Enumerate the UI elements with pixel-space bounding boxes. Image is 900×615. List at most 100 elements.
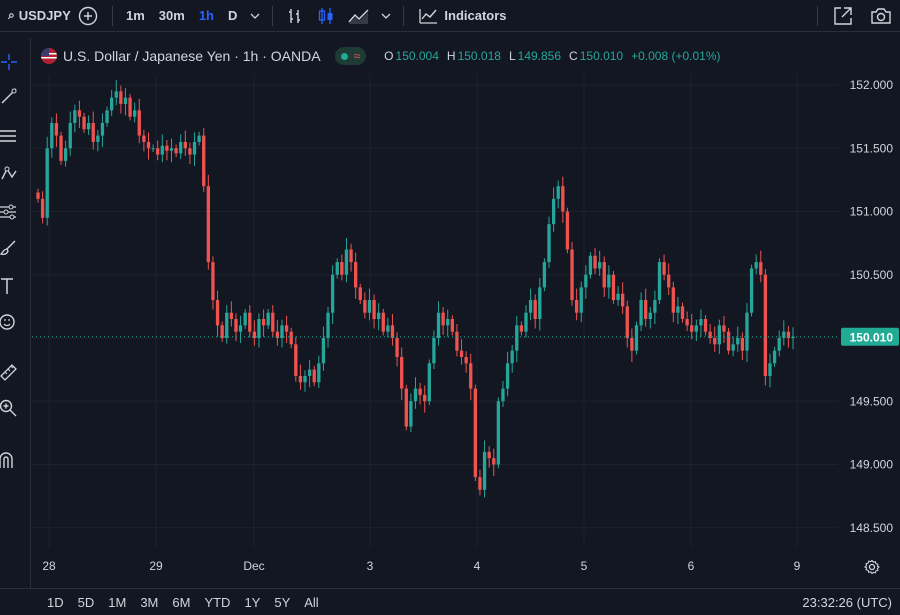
candle-body: [133, 110, 137, 117]
candle-body: [680, 306, 685, 320]
candle-body: [533, 300, 537, 320]
candle-body: [165, 145, 169, 151]
candle-body: [367, 300, 372, 313]
market-status-badge[interactable]: ≈: [334, 47, 367, 65]
candle-body: [294, 344, 298, 376]
close-value: 150.010: [579, 49, 624, 63]
candle-body: [128, 97, 132, 117]
candle-body: [505, 363, 510, 389]
candle-body: [100, 122, 105, 136]
candle-body: [160, 145, 164, 155]
candle-body: [418, 388, 422, 395]
time-label: 29: [149, 559, 163, 573]
candle-body: [330, 274, 335, 313]
candle-body: [179, 141, 183, 154]
candle-body: [593, 255, 597, 269]
candle-body: [519, 325, 524, 332]
candle-body: [202, 135, 206, 187]
candle-body: [59, 135, 63, 161]
candle-body: [54, 122, 59, 136]
candle-body: [381, 312, 385, 332]
candle-body: [188, 148, 192, 155]
candle-body: [353, 262, 358, 288]
candle-body: [390, 325, 395, 338]
time-label: Dec: [243, 559, 265, 573]
candle-body: [676, 306, 680, 313]
candle-body: [690, 325, 694, 332]
candle-body: [257, 319, 261, 338]
candle-body: [768, 363, 772, 376]
candle-body: [77, 110, 82, 117]
candle-body: [574, 300, 579, 313]
candle-body: [174, 148, 178, 154]
candle-body: [671, 287, 675, 313]
candle-body: [441, 312, 445, 326]
candle-body: [625, 306, 629, 338]
candle-body: [473, 388, 478, 478]
candle-body: [634, 325, 639, 351]
candle-body: [82, 116, 86, 130]
low-value: 149.856: [517, 49, 562, 63]
candle-body: [713, 338, 717, 345]
candle-body: [726, 331, 731, 351]
candle-body: [192, 141, 197, 155]
time-label: 3: [366, 559, 374, 573]
candle-body: [114, 91, 118, 98]
candle-body: [409, 401, 413, 427]
candle-body: [667, 274, 671, 288]
candle-body: [731, 344, 735, 351]
price-tick-label: 149.500: [850, 394, 894, 408]
candle-body: [151, 148, 155, 150]
candle-body: [423, 394, 427, 402]
candle-body: [63, 148, 68, 161]
candle-body: [749, 268, 754, 313]
candle-body: [736, 338, 740, 345]
time-axis[interactable]: 28 29 Dec 3 4 5 6 9: [30, 552, 840, 580]
candle-body: [91, 122, 95, 142]
time-label: 6: [687, 559, 695, 573]
candle-body: [349, 249, 353, 263]
candle-body: [621, 293, 625, 307]
candle-body: [289, 331, 293, 345]
candle-body: [496, 401, 501, 465]
candle-body: [745, 312, 749, 351]
candle-body: [754, 262, 758, 269]
candle-body: [542, 262, 547, 288]
candle-body: [312, 369, 316, 383]
candlestick-chart[interactable]: 148.500149.000149.500150.000150.500151.0…: [0, 0, 900, 615]
candle-body: [344, 249, 349, 275]
candle-body: [326, 312, 330, 338]
time-label: 4: [473, 559, 481, 573]
candle-body: [377, 312, 381, 320]
candle-body: [280, 325, 284, 338]
candle-body: [487, 451, 491, 459]
chart-settings-button[interactable]: [861, 556, 883, 578]
candle-body: [464, 356, 468, 364]
time-label: 5: [580, 559, 588, 573]
candle-body: [482, 451, 487, 490]
candle-body: [50, 122, 54, 149]
candle-body: [284, 325, 289, 332]
candle-body: [699, 319, 703, 326]
candle-body: [455, 331, 459, 351]
candle-body: [413, 388, 418, 402]
candle-body: [459, 350, 464, 357]
candle-body: [225, 312, 229, 338]
high-value: 150.018: [457, 49, 501, 63]
candle-body: [123, 97, 128, 104]
candle-body: [763, 274, 768, 376]
candle-body: [556, 186, 560, 199]
candle-body: [703, 319, 708, 332]
candle-body: [243, 312, 247, 326]
price-axis[interactable]: 148.500149.000149.500150.000150.500151.0…: [841, 78, 899, 535]
chart-title: U.S. Dollar / Japanese Yen · 1h · OANDA: [63, 48, 321, 64]
candle-body: [386, 325, 390, 332]
time-label: 9: [793, 559, 801, 573]
candle-body: [307, 369, 312, 376]
candle-body: [229, 312, 234, 320]
candle-body: [427, 363, 431, 402]
candle-body: [335, 262, 339, 275]
close-label: C: [569, 49, 578, 63]
candle-body: [740, 338, 745, 351]
candle-body: [234, 319, 238, 332]
